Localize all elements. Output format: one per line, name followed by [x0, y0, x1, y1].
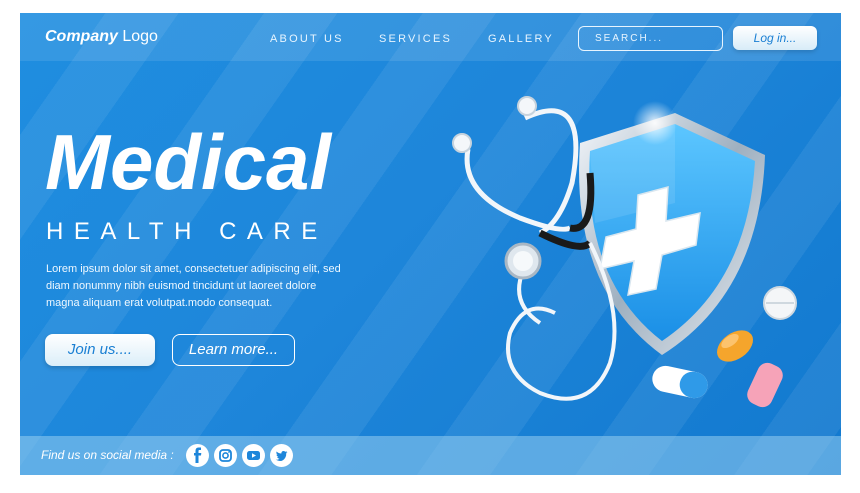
nav-about-us[interactable]: ABOUT US [270, 33, 344, 45]
logo-text: Logo [117, 28, 158, 45]
company-logo[interactable]: Company Logo [45, 28, 158, 46]
nav-services[interactable]: SERVICES [379, 33, 452, 45]
hero-subtitle: HEALTH CARE [46, 218, 328, 245]
description-line: magna aliquam erat volutpat.modo consequ… [46, 297, 273, 309]
description-line: diam nonummy nibh euismod tincidunt ut l… [46, 280, 317, 292]
landing-page: Company Logo ABOUT US SERVICES GALLERY S… [20, 13, 841, 475]
search-input[interactable]: SEARCH... [578, 26, 723, 51]
instagram-icon[interactable] [214, 444, 237, 467]
medical-illustration [452, 96, 797, 408]
logo-bold-text: Company [45, 28, 118, 45]
top-navigation-bar: Company Logo ABOUT US SERVICES GALLERY S… [20, 13, 841, 61]
join-us-button[interactable]: Join us.... [45, 334, 155, 366]
social-media-label: Find us on social media : [41, 448, 174, 462]
facebook-icon[interactable] [186, 444, 209, 467]
nav-gallery[interactable]: GALLERY [488, 33, 554, 45]
youtube-icon[interactable] [242, 444, 265, 467]
login-button[interactable]: Log in... [733, 26, 817, 50]
hero-description: Lorem ipsum dolor sit amet, consectetuer… [46, 261, 376, 312]
hero-title: Medical [45, 118, 332, 206]
learn-more-button[interactable]: Learn more... [172, 334, 295, 366]
footer-bar: Find us on social media : [20, 436, 841, 475]
twitter-icon[interactable] [270, 444, 293, 467]
description-line: Lorem ipsum dolor sit amet, consectetuer… [46, 263, 341, 275]
